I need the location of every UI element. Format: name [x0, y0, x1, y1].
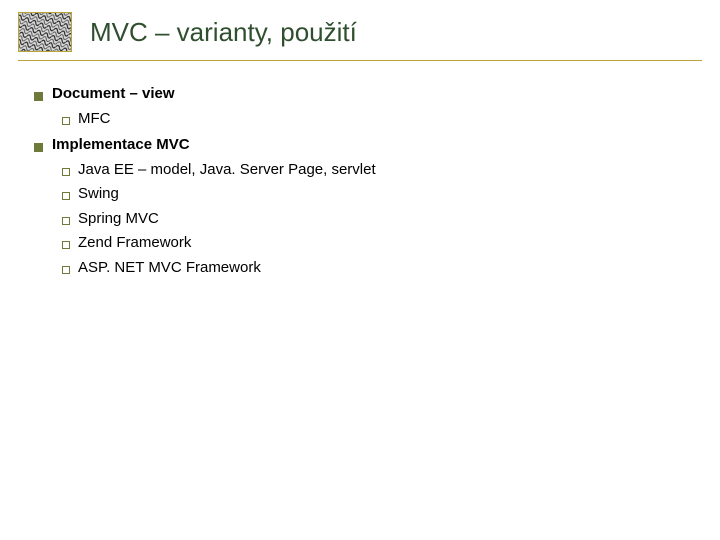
- bullet-level-2: MFC: [62, 108, 720, 131]
- slide: MVC – varianty, použití Document – view …: [0, 0, 720, 540]
- bullet-level-1: Implementace MVC: [34, 134, 720, 157]
- bullet-text: Java EE – model, Java. Server Page, serv…: [78, 159, 376, 182]
- bullet-text: MFC: [78, 108, 111, 131]
- bullet-hollow-square-icon: [62, 168, 70, 176]
- bullet-level-2: Java EE – model, Java. Server Page, serv…: [62, 159, 720, 182]
- slide-content: Document – view MFC Implementace MVC Jav…: [0, 61, 720, 279]
- bullet-hollow-square-icon: [62, 117, 70, 125]
- bullet-hollow-square-icon: [62, 266, 70, 274]
- bullet-text: ASP. NET MVC Framework: [78, 257, 261, 280]
- bullet-text: Document – view: [52, 83, 175, 106]
- bullet-text: Spring MVC: [78, 208, 159, 231]
- bullet-text: Swing: [78, 183, 119, 206]
- bullet-text: Zend Framework: [78, 232, 191, 255]
- bullet-hollow-square-icon: [62, 241, 70, 249]
- bullet-level-2: Spring MVC: [62, 208, 720, 231]
- bullet-level-1: Document – view: [34, 83, 720, 106]
- bullet-text: Implementace MVC: [52, 134, 190, 157]
- bullet-square-icon: [34, 143, 43, 152]
- slide-title: MVC – varianty, použití: [90, 17, 357, 48]
- bullet-level-2: ASP. NET MVC Framework: [62, 257, 720, 280]
- bullet-level-2: Zend Framework: [62, 232, 720, 255]
- bullet-level-2: Swing: [62, 183, 720, 206]
- bullet-hollow-square-icon: [62, 217, 70, 225]
- bullet-hollow-square-icon: [62, 192, 70, 200]
- logo-icon: [18, 12, 72, 52]
- slide-header: MVC – varianty, použití: [0, 0, 720, 56]
- bullet-square-icon: [34, 92, 43, 101]
